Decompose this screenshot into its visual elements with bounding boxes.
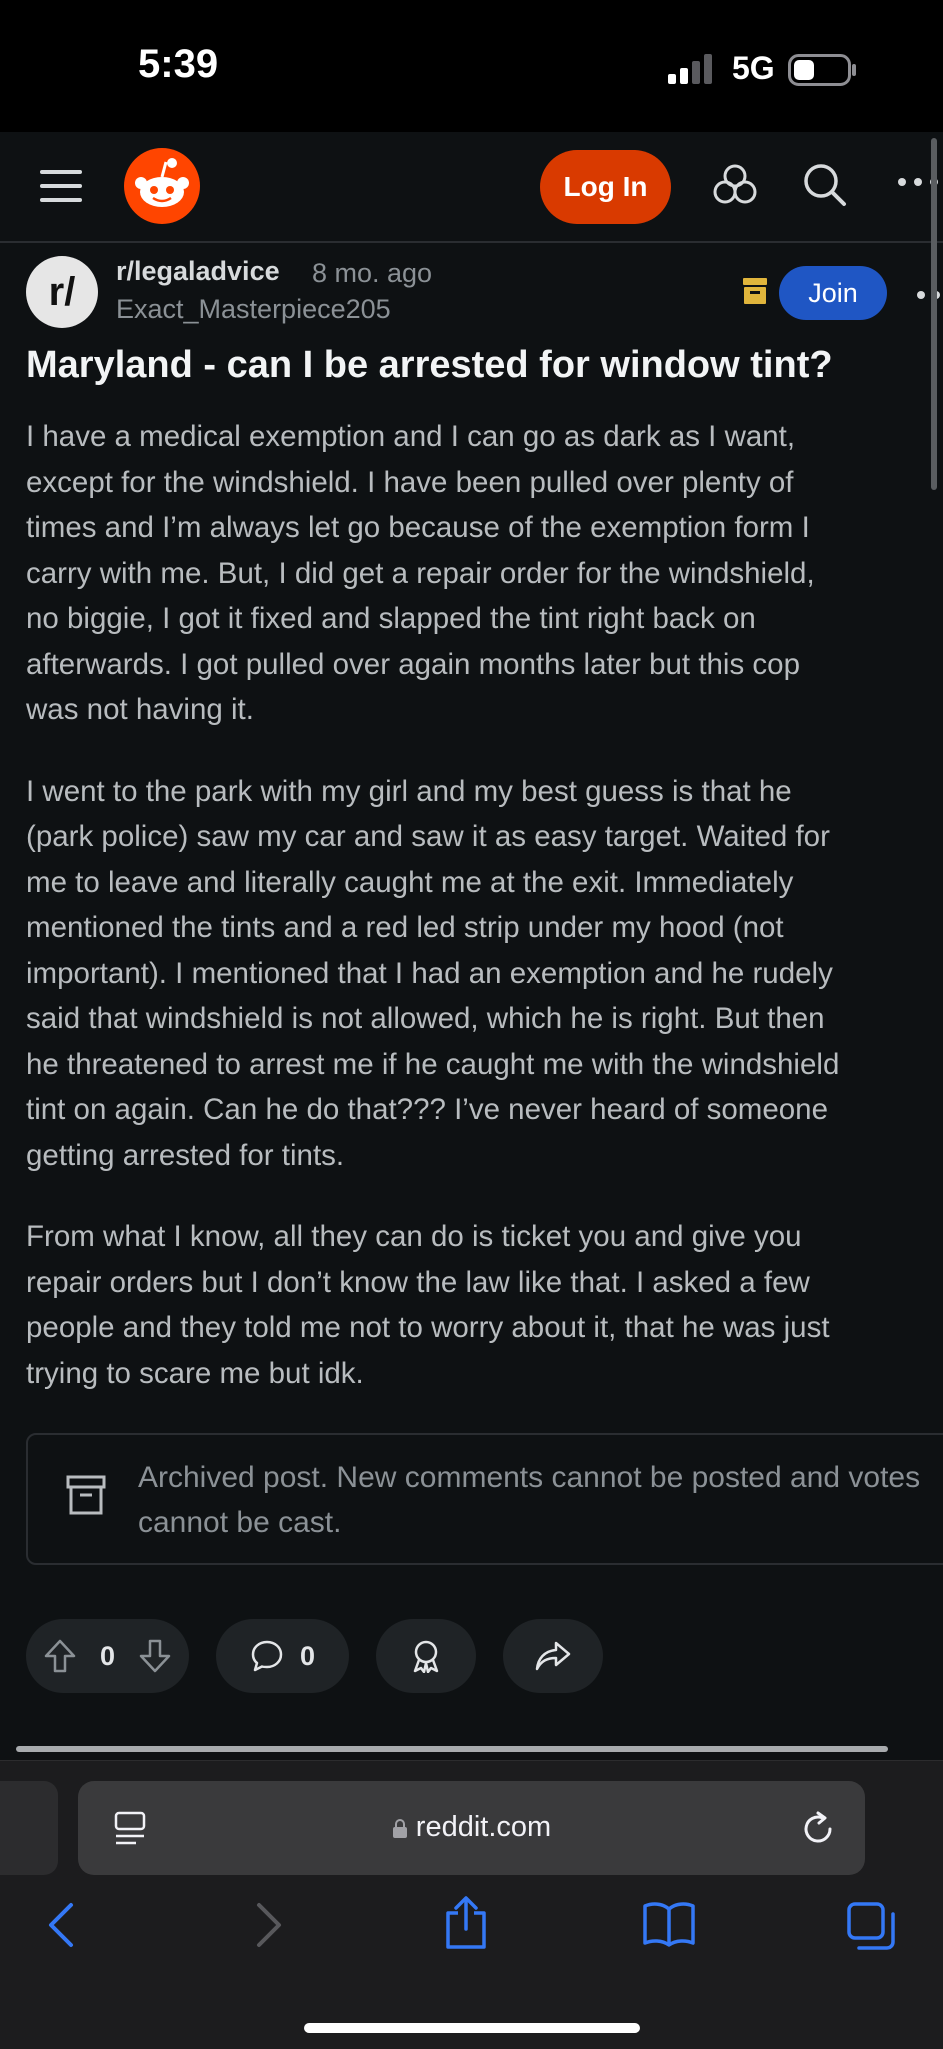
subreddit-name[interactable]: r/legaladvice — [116, 256, 280, 287]
popular-icon[interactable] — [712, 162, 758, 208]
address-bar[interactable]: reddit.com — [78, 1781, 865, 1875]
body-line: important). I mentioned that I had an ex… — [26, 956, 833, 990]
url-display[interactable]: reddit.com — [78, 1811, 865, 1844]
post-header: r/ r/legaladvice 8 mo. ago Exact_Masterp… — [0, 250, 943, 340]
comment-count: 0 — [299, 1640, 316, 1671]
comment-icon — [251, 1640, 283, 1672]
forward-icon[interactable] — [254, 1901, 284, 1949]
url-text: reddit.com — [415, 1811, 552, 1843]
body-line: I went to the park with my girl and my b… — [26, 774, 792, 808]
body-paragraph: I have a medical exemption and I can go … — [26, 414, 943, 733]
share-button[interactable] — [503, 1619, 603, 1693]
horizontal-scroll-indicator — [16, 1746, 888, 1752]
top-nav: Log In — [0, 132, 943, 243]
comments-button[interactable]: 0 — [216, 1619, 349, 1693]
network-type: 5G — [732, 50, 775, 86]
post-more-icon[interactable] — [916, 290, 943, 300]
join-button[interactable]: Join — [779, 266, 887, 320]
previous-tab-preview[interactable] — [0, 1781, 58, 1875]
post-body: I have a medical exemption and I can go … — [26, 414, 943, 1432]
subreddit-avatar[interactable]: r/ — [26, 256, 98, 328]
body-line: no biggie, I got it fixed and slapped th… — [26, 602, 756, 635]
bookmarks-icon[interactable] — [642, 1901, 696, 1947]
status-time: 5:39 — [138, 42, 219, 86]
post-author[interactable]: Exact_Masterpiece205 — [116, 294, 391, 325]
award-icon — [413, 1640, 439, 1673]
safari-share-icon[interactable] — [444, 1895, 488, 1951]
status-bar: 5:39 5G — [0, 0, 943, 132]
body-paragraph: From what I know, all they can do is tic… — [26, 1214, 943, 1396]
post-age: 8 mo. ago — [312, 258, 433, 288]
archived-notice-text: Archived post. New comments cannot be po… — [138, 1461, 921, 1539]
body-line: getting arrested for tints. — [26, 1138, 345, 1172]
body-line: (park police) saw my car and saw it as e… — [26, 820, 830, 853]
battery-icon — [788, 54, 856, 86]
body-line: times and I’m always let go because of t… — [26, 511, 810, 544]
body-line: said that windshield is not allowed, whi… — [26, 1002, 825, 1035]
body-line: repair orders but I don’t know the law l… — [26, 1265, 810, 1299]
archive-icon — [743, 278, 767, 304]
login-button[interactable]: Log In — [540, 150, 671, 224]
home-indicator — [304, 2023, 640, 2033]
vote-count: 0 — [99, 1640, 116, 1671]
downvote-icon[interactable] — [139, 1639, 171, 1673]
search-icon[interactable] — [802, 162, 848, 208]
vote-pill: 0 — [26, 1619, 189, 1693]
body-line: trying to scare me but idk. — [26, 1356, 364, 1390]
vertical-scrollbar[interactable] — [931, 138, 937, 490]
body-paragraph: I went to the park with my girl and my b… — [26, 769, 943, 1179]
post-title: Maryland - can I be arrested for window … — [26, 344, 833, 386]
archived-notice: Archived post. New comments cannot be po… — [26, 1433, 943, 1565]
safari-tabs-icon[interactable] — [846, 1901, 896, 1951]
body-line: except for the windshield. I have been p… — [26, 465, 794, 499]
body-line: people and they told me not to worry abo… — [26, 1311, 830, 1344]
menu-icon[interactable] — [40, 168, 82, 204]
award-button[interactable] — [376, 1619, 476, 1693]
body-line: I have a medical exemption and I can go … — [26, 420, 796, 453]
body-line: he threatened to arrest me if he caught … — [26, 1047, 840, 1081]
body-line: carry with me. But, I did get a repair o… — [26, 556, 815, 590]
upvote-icon[interactable] — [44, 1639, 76, 1673]
body-line: tint on again. Can he do that??? I’ve ne… — [26, 1093, 828, 1126]
browser-bottom-bar: reddit.com — [0, 1760, 943, 2049]
signal-icon — [668, 54, 712, 84]
reload-icon[interactable] — [800, 1811, 836, 1847]
body-line: was not having it. — [26, 693, 254, 726]
body-line: me to leave and literally caught me at t… — [26, 865, 794, 899]
reddit-logo[interactable] — [124, 148, 200, 224]
body-line: afterwards. I got pulled over again mont… — [26, 647, 800, 681]
lock-icon — [392, 1819, 407, 1838]
body-line: From what I know, all they can do is tic… — [26, 1220, 802, 1253]
archive-box-icon — [66, 1475, 106, 1515]
back-icon[interactable] — [46, 1901, 76, 1949]
share-icon — [535, 1641, 571, 1671]
body-line: mentioned the tints and a red led strip … — [26, 911, 784, 944]
